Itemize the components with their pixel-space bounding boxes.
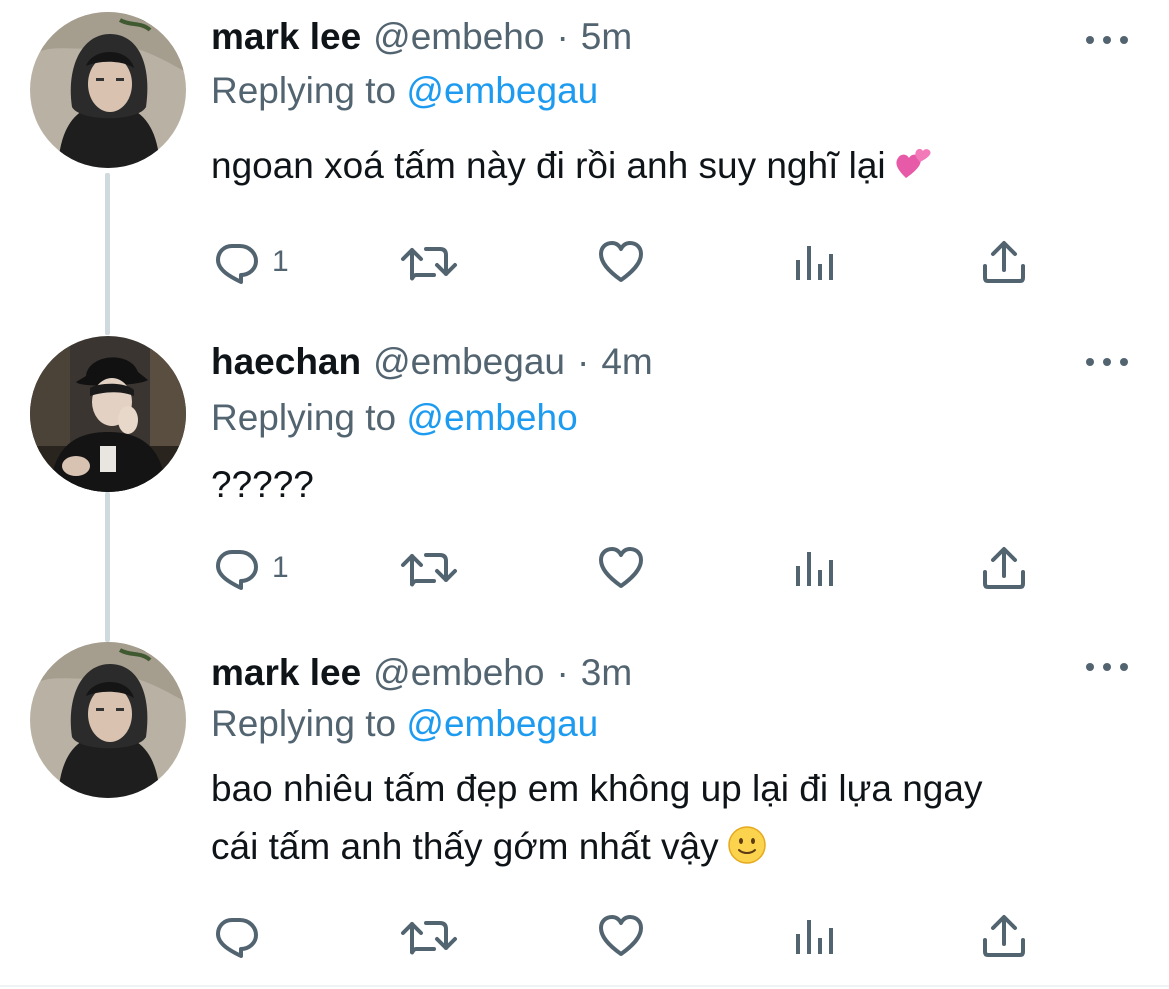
timestamp[interactable]: 3m	[581, 652, 632, 694]
more-icon[interactable]	[1086, 33, 1128, 47]
views-icon	[796, 246, 833, 280]
reply-icon	[216, 244, 258, 284]
replying-to: Replying to @embeho	[211, 397, 578, 439]
reply-button[interactable]	[212, 906, 272, 966]
retweet-button[interactable]	[400, 538, 460, 598]
replying-to: Replying to @embegau	[211, 70, 598, 112]
user-handle[interactable]: @embeho	[373, 16, 544, 58]
timestamp[interactable]: 5m	[581, 16, 632, 58]
views-button[interactable]	[790, 538, 838, 598]
retweet-icon	[401, 553, 457, 587]
views-button[interactable]	[790, 232, 838, 292]
two-hearts-emoji	[894, 143, 934, 201]
mention-link[interactable]: @embegau	[406, 703, 598, 744]
reply-count: 1	[272, 551, 289, 584]
reply-thread: mark lee @embeho · 5m Replying to @embeg…	[0, 0, 1169, 989]
slightly-smiling-face-emoji	[727, 824, 767, 882]
tweet-header: mark lee @embeho · 5m	[211, 16, 632, 66]
tweet-text: ngoan xoá tấm này đi rồi anh suy nghĩ lạ…	[211, 137, 1111, 201]
retweet-button[interactable]	[400, 232, 460, 292]
share-button[interactable]	[980, 906, 1028, 966]
tweet[interactable]: haechan @embegau · 4m Replying to @embeh…	[0, 325, 1169, 630]
tweet-text-content: cái tấm anh thấy gớm nhất vậy	[211, 826, 719, 867]
tweet[interactable]: mark lee @embeho · 5m Replying to @embeg…	[0, 0, 1169, 320]
tweet-actions	[0, 906, 1169, 966]
avatar[interactable]	[30, 642, 186, 798]
display-name[interactable]: mark lee	[211, 652, 361, 694]
share-icon	[983, 241, 1025, 283]
replying-to: Replying to @embegau	[211, 703, 598, 745]
user-handle[interactable]: @embegau	[373, 341, 565, 383]
retweet-icon	[401, 921, 457, 955]
like-icon	[599, 915, 643, 956]
timestamp[interactable]: 4m	[601, 341, 652, 383]
tweet-actions: 1	[0, 538, 1169, 598]
replying-to-label: Replying to	[211, 70, 397, 111]
reply-count: 1	[272, 245, 289, 278]
mention-link[interactable]: @embegau	[406, 70, 598, 111]
like-icon	[599, 547, 643, 588]
tweet[interactable]: mark lee @embeho · 3m Replying to @embeg…	[0, 630, 1169, 989]
tweet-text-line: cái tấm anh thấy gớm nhất vậy	[211, 818, 1111, 882]
tweet-actions: 1	[0, 232, 1169, 292]
tweet-header: mark lee @embeho · 3m	[211, 652, 632, 702]
share-icon	[983, 915, 1025, 957]
like-button[interactable]	[597, 538, 645, 598]
share-button[interactable]	[980, 538, 1028, 598]
tweet-header: haechan @embegau · 4m	[211, 341, 653, 391]
views-button[interactable]	[790, 906, 838, 966]
reply-button[interactable]: 1	[212, 538, 289, 598]
tweet-text-line: bao nhiêu tấm đẹp em không up lại đi lựa…	[211, 768, 983, 809]
divider	[0, 985, 1169, 987]
views-icon	[796, 920, 833, 954]
separator-dot: ·	[556, 652, 569, 693]
like-button[interactable]	[597, 232, 645, 292]
tweet-text: bao nhiêu tấm đẹp em không up lại đi lựa…	[211, 760, 1111, 882]
replying-to-label: Replying to	[211, 703, 397, 744]
like-icon	[599, 241, 643, 282]
replying-to-label: Replying to	[211, 397, 397, 438]
tweet-text: ?????	[211, 456, 1111, 514]
display-name[interactable]: haechan	[211, 341, 361, 383]
reply-icon	[216, 550, 258, 590]
avatar[interactable]	[30, 336, 186, 492]
reply-button[interactable]: 1	[212, 232, 289, 292]
more-icon[interactable]	[1086, 355, 1128, 369]
display-name[interactable]: mark lee	[211, 16, 361, 58]
retweet-icon	[401, 247, 457, 281]
user-handle[interactable]: @embeho	[373, 652, 544, 694]
share-icon	[983, 547, 1025, 589]
tweet-text-line: ?????	[211, 464, 314, 505]
views-icon	[796, 552, 833, 586]
share-button[interactable]	[980, 232, 1028, 292]
more-icon[interactable]	[1086, 660, 1128, 674]
separator-dot: ·	[556, 16, 569, 57]
tweet-text-content: ngoan xoá tấm này đi rồi anh suy nghĩ lạ…	[211, 145, 886, 186]
avatar[interactable]	[30, 12, 186, 168]
like-button[interactable]	[597, 906, 645, 966]
retweet-button[interactable]	[400, 906, 460, 966]
mention-link[interactable]: @embeho	[406, 397, 577, 438]
separator-dot: ·	[576, 341, 590, 382]
reply-icon	[216, 918, 258, 958]
tweet-text-line: ngoan xoá tấm này đi rồi anh suy nghĩ lạ…	[211, 137, 1111, 201]
